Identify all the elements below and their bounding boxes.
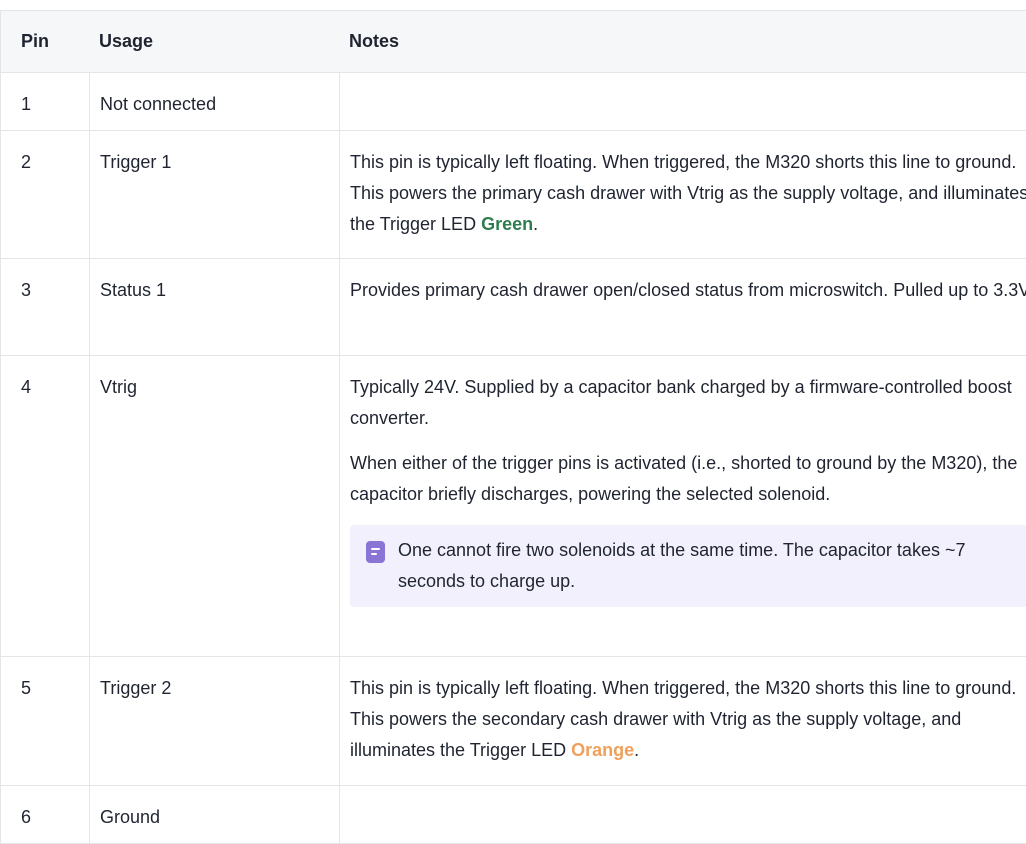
notes-text: This pin is typically left floating. Whe…: [350, 673, 1026, 766]
led-color-green: Green: [481, 214, 534, 234]
pin-cell: 3: [21, 280, 32, 300]
notes-cell: Provides primary cash drawer open/closed…: [339, 259, 1026, 355]
notes-cell: This pin is typically left floating. Whe…: [339, 131, 1026, 258]
table-row: 4 Vtrig Typically 24V. Supplied by a cap…: [1, 356, 1026, 657]
note-icon: [366, 541, 385, 563]
usage-cell: Status 1: [89, 259, 339, 355]
header-notes: Notes: [349, 31, 400, 51]
pin-cell: 6: [21, 807, 32, 827]
pin-cell: 1: [21, 94, 32, 114]
table-row: 2 Trigger 1 This pin is typically left f…: [1, 131, 1026, 259]
notes-text-end: .: [533, 214, 539, 234]
header-pin: Pin: [21, 31, 50, 51]
usage-cell: Trigger 2: [89, 657, 339, 785]
usage-cell: Not connected: [89, 73, 339, 130]
pin-cell: 4: [21, 377, 32, 397]
notes-cell: [339, 73, 1026, 130]
usage-cell: Trigger 1: [89, 131, 339, 258]
table-row: 1 Not connected: [1, 73, 1026, 131]
pin-cell: 5: [21, 678, 32, 698]
led-color-orange: Orange: [571, 740, 635, 760]
notes-text-end: .: [634, 740, 640, 760]
notes-cell: This pin is typically left floating. Whe…: [339, 657, 1026, 785]
pin-cell: 2: [21, 152, 32, 172]
pin-table: Pin Usage Notes 1 Not connected 2 Trigge…: [0, 10, 1026, 844]
notes-text-start: This pin is typically left floating. Whe…: [350, 678, 1017, 760]
table-row: 6 Ground: [1, 786, 1026, 844]
notes-text: This pin is typically left floating. Whe…: [350, 147, 1026, 240]
callout-text: One cannot fire two solenoids at the sam…: [398, 540, 966, 591]
usage-cell: Ground: [89, 786, 339, 843]
notes-text: Provides primary cash drawer open/closed…: [350, 280, 1026, 300]
info-callout: One cannot fire two solenoids at the sam…: [350, 525, 1026, 607]
notes-paragraph-1: Typically 24V. Supplied by a capacitor b…: [350, 377, 1012, 428]
table-header-row: Pin Usage Notes: [1, 11, 1026, 73]
notes-cell: Typically 24V. Supplied by a capacitor b…: [339, 356, 1026, 656]
notes-text-start: This pin is typically left floating. Whe…: [350, 152, 1026, 234]
usage-cell: Vtrig: [89, 356, 339, 656]
header-usage: Usage: [99, 31, 154, 51]
notes-cell: [339, 786, 1026, 843]
table-row: 3 Status 1 Provides primary cash drawer …: [1, 259, 1026, 356]
table-row: 5 Trigger 2 This pin is typically left f…: [1, 657, 1026, 786]
notes-paragraph-2: When either of the trigger pins is activ…: [350, 453, 1018, 504]
